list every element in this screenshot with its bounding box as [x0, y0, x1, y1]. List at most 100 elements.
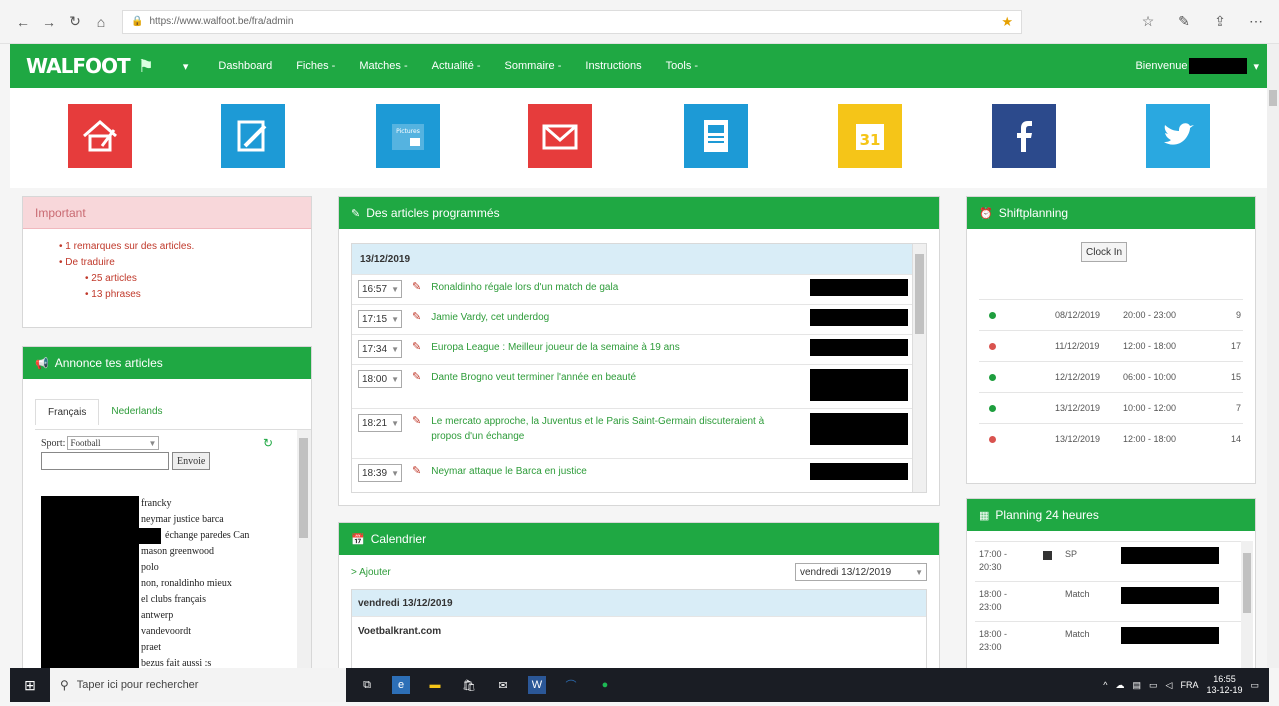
walfoot-logo[interactable]: WALFOOT ⚑	[26, 54, 154, 78]
time-select[interactable]: 18:00 ▼	[358, 370, 402, 388]
nav-item[interactable]: Instructions	[585, 60, 641, 72]
store-icon[interactable]: 🛍	[460, 676, 478, 694]
file-explorer-icon[interactable]: ▬	[426, 676, 444, 694]
volume-icon[interactable]: ◁	[1166, 680, 1173, 691]
add-event-link[interactable]: > Ajouter	[351, 567, 391, 578]
time-select[interactable]: 17:15 ▼	[358, 310, 402, 328]
facebook-tile[interactable]	[992, 104, 1056, 168]
cloud-icon[interactable]: ☁	[1116, 680, 1125, 691]
home-edit-icon	[83, 120, 117, 152]
twitter-tile[interactable]	[1146, 104, 1210, 168]
word-icon[interactable]: W	[528, 676, 546, 694]
article-row: 18:21 ▼ ✎ Le mercato approche, la Juventus …	[352, 408, 926, 458]
nav-item[interactable]: Actualité -	[432, 60, 481, 72]
time-select[interactable]: 16:57 ▼	[358, 280, 402, 298]
favorites-icon[interactable]: ☆	[1135, 9, 1161, 35]
nav-item[interactable]: Tools -	[666, 60, 698, 72]
calendar-tile[interactable]: 31	[838, 104, 902, 168]
taskbar-clock[interactable]: 16:55 13-12-19	[1206, 674, 1242, 696]
favorite-star-icon[interactable]: ★	[1001, 14, 1013, 30]
tab-nederlands[interactable]: Nederlands	[99, 399, 174, 425]
article-title-link[interactable]: Dante Brogno veut terminer l'année en be…	[431, 370, 771, 385]
planning-row[interactable]: 18:00 -23:00 Match	[975, 621, 1245, 661]
status-dot-icon	[989, 342, 996, 350]
time-select[interactable]: 18:39 ▼	[358, 464, 402, 482]
nav-item[interactable]: Sommaire -	[505, 60, 562, 72]
refresh-icon[interactable]: ↻	[62, 9, 88, 35]
language-indicator[interactable]: FRA	[1180, 680, 1198, 690]
tab-francais[interactable]: Français	[35, 399, 100, 425]
pencil-icon[interactable]: ✎	[412, 414, 421, 427]
pencil-icon[interactable]: ✎	[412, 280, 421, 293]
date-select[interactable]: vendredi 13/12/2019 ▼	[795, 563, 927, 581]
pen-icon[interactable]: ✎	[1171, 9, 1197, 35]
scrollbar[interactable]	[297, 430, 311, 669]
nav-item[interactable]: Fiches -	[296, 60, 335, 72]
important-subitem[interactable]: 25 articles	[59, 271, 311, 287]
pencil-icon[interactable]: ✎	[412, 310, 421, 323]
task-view-icon[interactable]: ⧉	[358, 676, 376, 694]
article-tile[interactable]	[684, 104, 748, 168]
pencil-icon[interactable]: ✎	[412, 370, 421, 383]
network-icon[interactable]: ▤	[1133, 680, 1142, 691]
windows-start-icon[interactable]: ⊞	[10, 677, 50, 694]
home-icon[interactable]: ⌂	[88, 9, 114, 35]
sport-select[interactable]: Football ▼	[67, 436, 160, 450]
mail-app-icon[interactable]: ✉	[494, 676, 512, 694]
pencil-icon[interactable]: ✎	[412, 464, 421, 477]
mail-tile[interactable]	[528, 104, 592, 168]
calendar-small-icon: ▦	[979, 509, 990, 522]
shift-row[interactable]: 11/12/2019 12:00 - 18:00 17	[979, 330, 1243, 361]
article-title-link[interactable]: Europa League : Meilleur joueur de la se…	[431, 340, 771, 355]
article-title-link[interactable]: Le mercato approche, la Juventus et le P…	[431, 414, 771, 444]
battery-icon[interactable]: ▭	[1149, 680, 1158, 691]
chevron-up-icon[interactable]: ^	[1103, 680, 1107, 690]
address-bar[interactable]: 🔒 https://www.walfoot.be/fra/admin ★	[122, 9, 1022, 34]
calendar-item[interactable]: Voetbalkrant.com	[352, 616, 926, 646]
share-icon[interactable]: ⇪	[1207, 9, 1233, 35]
shift-row[interactable]: 13/12/2019 12:00 - 18:00 14	[979, 423, 1243, 454]
mail-icon	[542, 124, 578, 150]
articles-header: ✎ Des articles programmés	[339, 197, 939, 229]
important-subitem[interactable]: 13 phrases	[59, 287, 311, 303]
pencil-icon[interactable]: ✎	[412, 340, 421, 353]
important-item[interactable]: De traduire	[59, 255, 311, 271]
important-item[interactable]: 1 remarques sur des articles.	[59, 239, 311, 255]
time-select[interactable]: 18:21 ▼	[358, 414, 402, 432]
shift-count: 9	[1235, 310, 1241, 320]
edge-icon[interactable]: e	[392, 676, 410, 694]
status-dot-icon	[989, 435, 996, 443]
scrollbar[interactable]	[912, 244, 926, 492]
taskbar-search[interactable]: ⚲ Taper ici pour rechercher	[50, 668, 346, 702]
planning-row[interactable]: 17:00 -20:30 SP	[975, 541, 1245, 581]
nav-caret-icon[interactable]: ▾	[183, 60, 189, 73]
spotify-icon[interactable]: ●	[596, 676, 614, 694]
article-input[interactable]	[41, 452, 169, 470]
back-icon[interactable]: ←	[10, 9, 36, 35]
user-menu[interactable]: Bienvenue ▾	[1135, 58, 1259, 74]
page-scrollbar[interactable]	[1267, 44, 1279, 668]
forward-icon[interactable]: →	[36, 9, 62, 35]
scrollbar[interactable]	[1241, 541, 1253, 671]
article-title-link[interactable]: Neymar attaque le Barca en justice	[431, 464, 771, 479]
notification-icon[interactable]: ▭	[1250, 680, 1259, 691]
more-icon[interactable]: ⋯	[1243, 9, 1269, 35]
sport-label: Sport:	[41, 437, 66, 449]
planning-row[interactable]: 18:00 -23:00 Match	[975, 581, 1245, 621]
pictures-tile[interactable]: Pictures	[376, 104, 440, 168]
article-title-link[interactable]: Jamie Vardy, cet underdog	[431, 310, 771, 325]
send-button[interactable]: Envoie	[172, 452, 211, 470]
article-title-link[interactable]: Ronaldinho régale lors d'un match de gal…	[431, 280, 771, 295]
refresh-icon[interactable]: ↻	[263, 436, 273, 450]
time-select[interactable]: 17:34 ▼	[358, 340, 402, 358]
app-icon[interactable]: ⌒	[562, 676, 580, 694]
home-edit-tile[interactable]	[68, 104, 132, 168]
nav-item[interactable]: Dashboard	[218, 60, 272, 72]
shift-row[interactable]: 12/12/2019 06:00 - 10:00 15	[979, 361, 1243, 392]
keyword-item: non, ronaldinho mieux	[141, 578, 232, 589]
clock-in-button[interactable]: Clock In	[1081, 242, 1128, 262]
shift-row[interactable]: 08/12/2019 20:00 - 23:00 9	[979, 299, 1243, 330]
shift-row[interactable]: 13/12/2019 10:00 - 12:00 7	[979, 392, 1243, 423]
nav-item[interactable]: Matches -	[359, 60, 407, 72]
edit-document-tile[interactable]	[221, 104, 285, 168]
